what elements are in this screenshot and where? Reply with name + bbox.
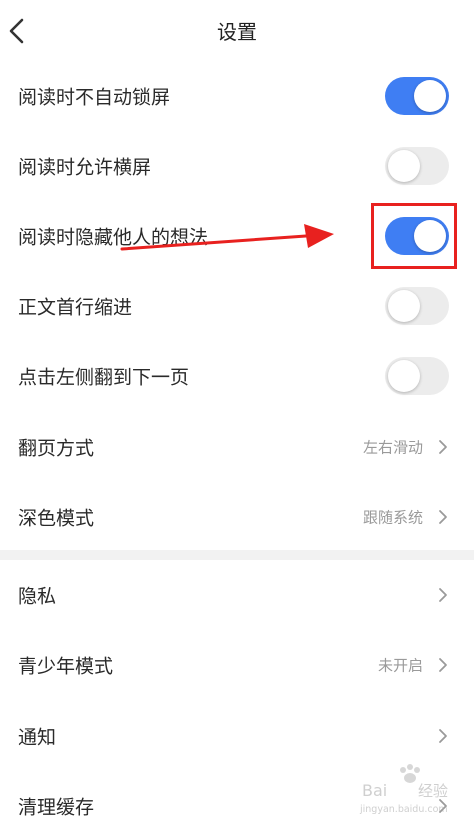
setting-value: 未开启 bbox=[377, 656, 423, 675]
setting-label: 清理缓存 bbox=[18, 796, 95, 819]
setting-label: 正文首行缩进 bbox=[18, 296, 133, 319]
setting-row-privacy[interactable]: 隐私 bbox=[0, 560, 474, 630]
chevron-right-icon bbox=[439, 658, 447, 672]
setting-label: 通知 bbox=[18, 726, 57, 749]
settings-screen: 设置 阅读时不自动锁屏 阅读时允许横屏 阅读时隐藏他人的想法 正文首行缩进 点击… bbox=[0, 0, 474, 821]
setting-label: 隐私 bbox=[18, 585, 57, 608]
setting-label: 翻页方式 bbox=[18, 437, 95, 460]
toggle-knob bbox=[388, 360, 420, 392]
setting-label: 青少年模式 bbox=[18, 655, 114, 678]
setting-label: 点击左侧翻到下一页 bbox=[18, 366, 190, 389]
setting-row-first-line-indent: 正文首行缩进 bbox=[0, 271, 474, 341]
toggle-knob bbox=[388, 150, 420, 182]
setting-row-tap-left-next-page: 点击左侧翻到下一页 bbox=[0, 341, 474, 411]
hide-others-thoughts-toggle[interactable] bbox=[385, 217, 449, 255]
no-auto-lock-toggle[interactable] bbox=[385, 77, 449, 115]
setting-row-notifications[interactable]: 通知 bbox=[0, 701, 474, 771]
chevron-right-icon bbox=[439, 588, 447, 602]
setting-row-dark-mode[interactable]: 深色模式 跟随系统 bbox=[0, 482, 474, 552]
header: 设置 bbox=[0, 0, 474, 62]
setting-row-clear-cache[interactable]: 清理缓存 bbox=[0, 771, 474, 821]
section-divider bbox=[0, 550, 474, 560]
chevron-right-icon bbox=[439, 799, 447, 813]
setting-row-page-turn-mode[interactable]: 翻页方式 左右滑动 bbox=[0, 412, 474, 482]
first-line-indent-toggle[interactable] bbox=[385, 287, 449, 325]
page-title: 设置 bbox=[217, 20, 257, 44]
setting-label: 阅读时允许横屏 bbox=[18, 156, 152, 179]
setting-value: 跟随系统 bbox=[362, 508, 423, 527]
allow-landscape-toggle[interactable] bbox=[385, 147, 449, 185]
setting-label: 阅读时不自动锁屏 bbox=[18, 86, 171, 109]
setting-row-hide-others-thoughts: 阅读时隐藏他人的想法 bbox=[0, 201, 474, 271]
toggle-knob bbox=[414, 80, 446, 112]
chevron-right-icon bbox=[439, 440, 447, 454]
tap-left-next-page-toggle[interactable] bbox=[385, 357, 449, 395]
chevron-right-icon bbox=[439, 729, 447, 743]
toggle-knob bbox=[414, 220, 446, 252]
setting-label: 阅读时隐藏他人的想法 bbox=[18, 226, 209, 249]
chevron-right-icon bbox=[439, 510, 447, 524]
setting-row-allow-landscape: 阅读时允许横屏 bbox=[0, 131, 474, 201]
toggle-knob bbox=[388, 290, 420, 322]
setting-label: 深色模式 bbox=[18, 507, 95, 530]
setting-row-no-auto-lock: 阅读时不自动锁屏 bbox=[0, 61, 474, 131]
setting-row-teen-mode[interactable]: 青少年模式 未开启 bbox=[0, 630, 474, 700]
setting-value: 左右滑动 bbox=[362, 438, 423, 457]
